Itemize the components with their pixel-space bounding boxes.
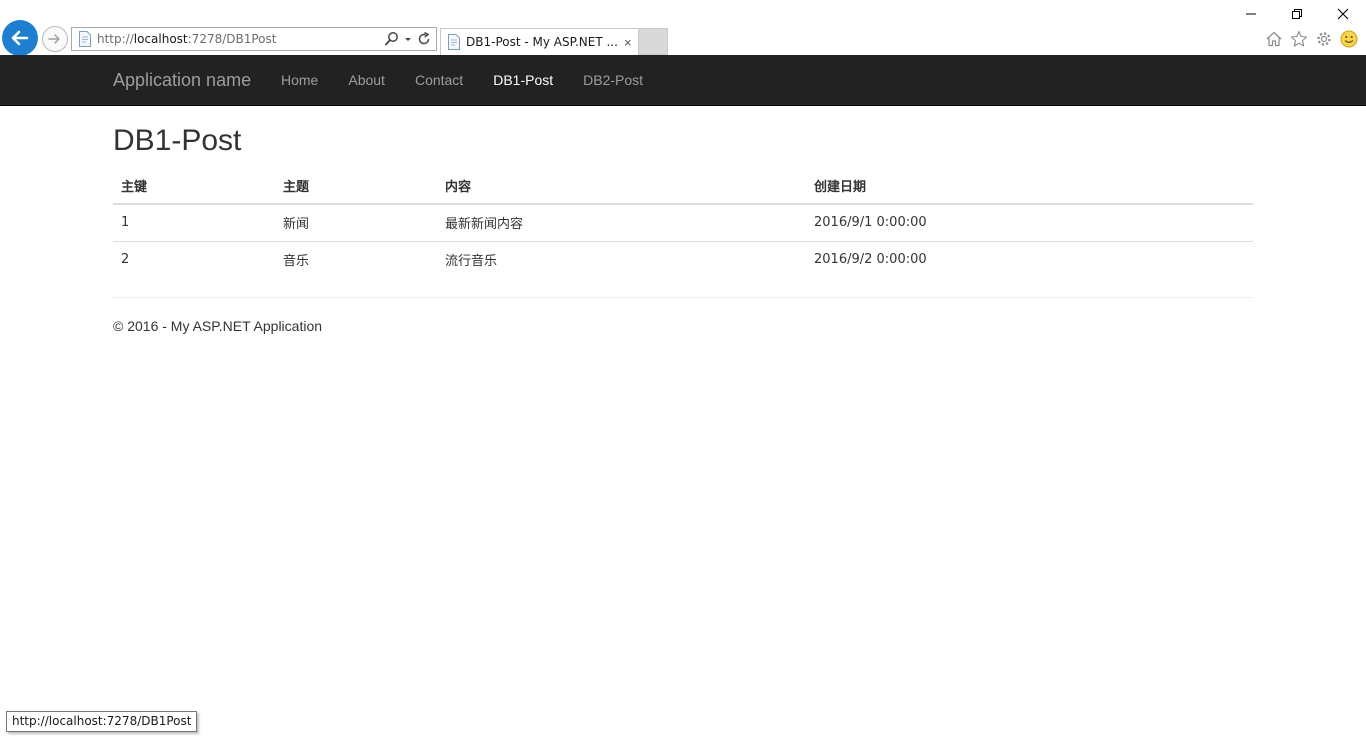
- nav-menu: Home About Contact DB1-Post DB2-Post: [266, 55, 658, 105]
- close-button[interactable]: [1320, 0, 1366, 28]
- nav-link-db2-post[interactable]: DB2-Post: [568, 55, 658, 105]
- nav-link-contact[interactable]: Contact: [400, 55, 478, 105]
- site-navbar: Application name Home About Contact DB1-…: [0, 55, 1366, 106]
- nav-link-home[interactable]: Home: [266, 55, 333, 105]
- nav-item-db2-post: DB2-Post: [568, 55, 658, 105]
- smiley-icon: [1340, 30, 1357, 47]
- search-icon[interactable]: [384, 31, 400, 47]
- address-text[interactable]: http://localhost:7278/DB1Post: [97, 32, 276, 46]
- nav-item-about: About: [333, 55, 400, 105]
- minimize-button[interactable]: [1228, 0, 1274, 28]
- cell-created-date: 2016/9/1 0:00:00: [806, 203, 1253, 241]
- column-header-subject: 主题: [275, 168, 437, 205]
- footer: © 2016 - My ASP.NET Application: [113, 318, 1253, 334]
- nav-item-home: Home: [266, 55, 333, 105]
- home-button[interactable]: [1264, 29, 1283, 48]
- posts-table: 主键 主题 内容 创建日期 1 新闻 最新新闻内容 2016/9/1 0:00:…: [113, 168, 1253, 278]
- settings-button[interactable]: [1314, 29, 1333, 48]
- minimize-icon: [1246, 13, 1256, 15]
- cell-key: 2: [113, 240, 275, 278]
- status-bar-url: http://localhost:7278/DB1Post: [6, 711, 198, 732]
- back-button[interactable]: [2, 20, 38, 56]
- back-arrow-icon: [11, 30, 29, 46]
- browser-tools: [1264, 29, 1358, 48]
- cell-content: 最新新闻内容: [437, 203, 806, 241]
- address-bar[interactable]: http://localhost:7278/DB1Post: [71, 27, 437, 51]
- footer-divider: [113, 297, 1253, 298]
- window-controls: [1228, 0, 1366, 28]
- table-row: 2 音乐 流行音乐 2016/9/2 0:00:00: [113, 240, 1253, 278]
- favorites-button[interactable]: [1289, 29, 1308, 48]
- new-tab-button[interactable]: [639, 28, 668, 55]
- gear-icon: [1316, 31, 1331, 46]
- table-header-row: 主键 主题 内容 创建日期: [113, 168, 1253, 205]
- cell-created-date: 2016/9/2 0:00:00: [806, 240, 1253, 278]
- tab-close-button[interactable]: ×: [624, 36, 632, 49]
- home-icon: [1266, 31, 1281, 46]
- browser-tab[interactable]: DB1-Post - My ASP.NET ... ×: [440, 28, 639, 55]
- forward-button[interactable]: [42, 26, 68, 52]
- page-icon: [448, 34, 460, 50]
- cell-subject: 音乐: [275, 240, 437, 278]
- column-header-content: 内容: [437, 168, 806, 205]
- column-header-key: 主键: [113, 168, 275, 205]
- nav-link-about[interactable]: About: [333, 55, 400, 105]
- nav-link-db1-post[interactable]: DB1-Post: [478, 55, 568, 105]
- body-content: DB1-Post 主键 主题 内容 创建日期 1 新闻 最新新闻内容 2016/…: [113, 106, 1253, 334]
- restore-button[interactable]: [1274, 0, 1320, 28]
- address-tools: [384, 31, 432, 47]
- browser-chrome: http://localhost:7278/DB1Post DB1-Post -…: [0, 0, 1366, 56]
- restore-icon: [1292, 9, 1302, 19]
- table-row: 1 新闻 最新新闻内容 2016/9/1 0:00:00: [113, 203, 1253, 241]
- star-icon: [1290, 30, 1307, 47]
- cell-key: 1: [113, 203, 275, 241]
- tab-title: DB1-Post - My ASP.NET ...: [466, 35, 618, 49]
- page-title: DB1-Post: [113, 124, 242, 157]
- nav-item-contact: Contact: [400, 55, 478, 105]
- refresh-icon[interactable]: [416, 31, 432, 47]
- column-header-created-date: 创建日期: [806, 168, 1253, 205]
- cell-subject: 新闻: [275, 203, 437, 241]
- close-icon: [1337, 8, 1349, 20]
- feedback-button[interactable]: [1339, 29, 1358, 48]
- forward-arrow-icon: [48, 34, 60, 44]
- nav-item-db1-post: DB1-Post: [478, 55, 568, 105]
- page-icon: [79, 31, 91, 47]
- cell-content: 流行音乐: [437, 240, 806, 278]
- footer-text: © 2016 - My ASP.NET Application: [113, 318, 323, 334]
- dropdown-arrow-icon[interactable]: [404, 31, 412, 47]
- brand-link[interactable]: Application name: [113, 69, 251, 91]
